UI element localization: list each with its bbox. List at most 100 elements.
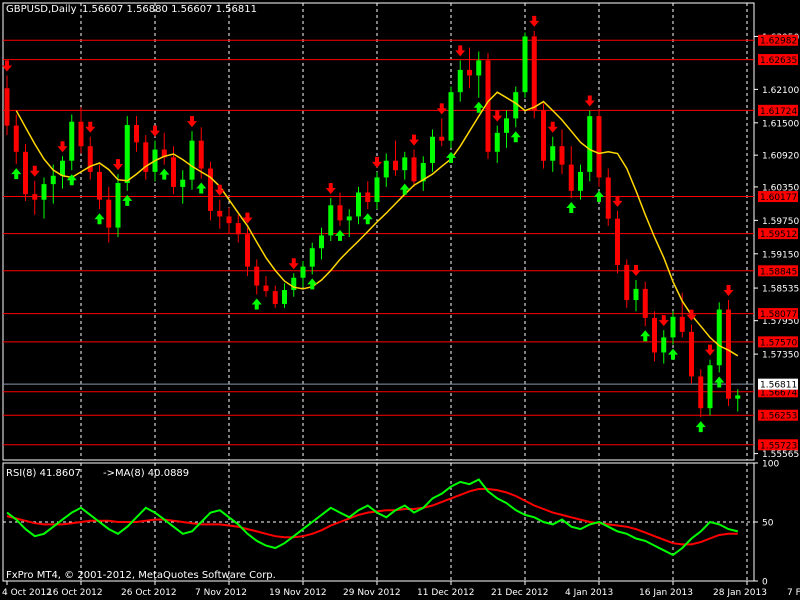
price-tick-label: 1.59150 (762, 250, 799, 260)
candle-body (698, 376, 704, 409)
candle-body (633, 288, 639, 301)
rsi-tick-label: 100 (762, 460, 779, 470)
rsi-ma-label: ->MA(8) 40.0889 (103, 468, 190, 479)
time-tick-label: 29 Nov 2012 (343, 588, 401, 598)
level-label-text: 1.60177 (760, 193, 797, 203)
candle-body (106, 199, 112, 228)
candle-body (319, 235, 324, 249)
candle-body (726, 309, 731, 399)
time-tick-label: 4 Jan 2013 (565, 588, 613, 598)
trading-chart[interactable]: 1.630501.621001.615001.609201.603501.597… (0, 0, 800, 600)
rsi-tick-label: 50 (762, 519, 774, 529)
candle-body (716, 309, 722, 366)
candle-body (60, 160, 65, 176)
candle-body (254, 266, 260, 286)
candle-body (661, 337, 667, 353)
time-tick-label: 7 Nov 2012 (195, 588, 247, 598)
candle-body (383, 160, 389, 178)
level-label-text: 1.59512 (760, 230, 797, 240)
time-tick-label: 28 Jan 2013 (713, 588, 767, 598)
candle-body (263, 285, 269, 292)
time-tick-label: 7 Feb 2013 (787, 588, 800, 598)
candle-body (559, 146, 565, 165)
candle-body (180, 179, 186, 187)
candle-body (226, 216, 232, 224)
candle-body (4, 88, 10, 126)
candle-body (134, 125, 139, 143)
candle-body (652, 317, 657, 353)
candle-body (198, 140, 204, 169)
level-label-text: 1.57570 (760, 338, 797, 348)
rsi-tick-label: 0 (762, 578, 768, 588)
candle-body (374, 177, 380, 202)
candle-body (402, 157, 408, 171)
candle-body (217, 210, 223, 217)
candle-body (235, 223, 241, 235)
candle-body (13, 125, 19, 152)
candle-body (115, 183, 121, 228)
candle-body (439, 136, 445, 141)
time-tick-label: 26 Oct 2012 (121, 588, 177, 598)
price-tick-label: 1.62100 (762, 86, 799, 96)
price-tick-label: 1.60920 (762, 152, 799, 162)
candle-body (97, 171, 102, 200)
candle-body (309, 248, 315, 267)
price-tick-label: 1.59750 (762, 217, 799, 227)
time-tick-label: 16 Oct 2012 (47, 588, 103, 598)
candle-body (568, 164, 574, 191)
candle-body (642, 288, 648, 318)
candle-body (41, 184, 47, 200)
candle-body (476, 60, 482, 76)
candle-body (328, 205, 334, 236)
candle-body (346, 216, 352, 221)
candle-body (679, 316, 685, 332)
candle-body (615, 218, 620, 265)
chart-symbol-label: GBPUSD,Daily (6, 4, 77, 15)
candle-body (32, 194, 38, 200)
level-label-text: 1.58077 (760, 310, 797, 320)
candle-body (448, 92, 454, 141)
candle-body (78, 121, 84, 147)
time-tick-label: 16 Jan 2013 (639, 588, 693, 598)
candle-body (272, 291, 278, 304)
candle-body (522, 36, 528, 93)
candle-body (171, 157, 176, 187)
candle-body (531, 36, 537, 111)
candle-body (69, 121, 75, 161)
price-tick-label: 1.58535 (762, 285, 799, 295)
candle-body (23, 151, 28, 195)
candle-body (541, 110, 546, 161)
level-label-text: 1.55723 (760, 441, 797, 451)
candle-body (365, 192, 371, 202)
candle-body (411, 157, 417, 182)
candle-body (605, 177, 611, 219)
candle-body (50, 175, 56, 185)
candle-body (596, 116, 602, 178)
level-label-text: 1.58845 (760, 267, 797, 277)
candle-body (300, 266, 306, 278)
candle-body (504, 118, 509, 133)
copyright-footer: FxPro MT4, © 2001-2012, MetaQuotes Softw… (6, 570, 276, 581)
candle-body (245, 234, 250, 267)
time-tick-label: 4 Oct 2012 (2, 588, 52, 598)
time-tick-label: 19 Nov 2012 (269, 588, 327, 598)
level-label-text: 1.62982 (760, 37, 797, 47)
candle-body (707, 365, 713, 409)
candle-body (485, 60, 491, 152)
candle-body (550, 146, 556, 161)
level-label-text: 1.61724 (760, 107, 797, 117)
candle-body (430, 136, 435, 163)
candle-body (587, 116, 593, 172)
rsi-label: RSI(8) 41.8607 (6, 468, 81, 479)
time-tick-label: 11 Dec 2012 (417, 588, 475, 598)
current-price-label-text: 1.56811 (760, 381, 797, 391)
candle-body (457, 69, 463, 93)
candle-body (735, 395, 741, 399)
ohlc-readout: 1.56607 1.56880 1.56607 1.56811 (82, 4, 257, 15)
time-tick-label: 21 Dec 2012 (491, 588, 549, 598)
candle-body (624, 264, 630, 301)
price-tick-label: 1.57350 (762, 351, 799, 361)
level-label-text: 1.62635 (760, 56, 797, 66)
candle-body (124, 125, 130, 184)
candle-body (282, 290, 287, 304)
